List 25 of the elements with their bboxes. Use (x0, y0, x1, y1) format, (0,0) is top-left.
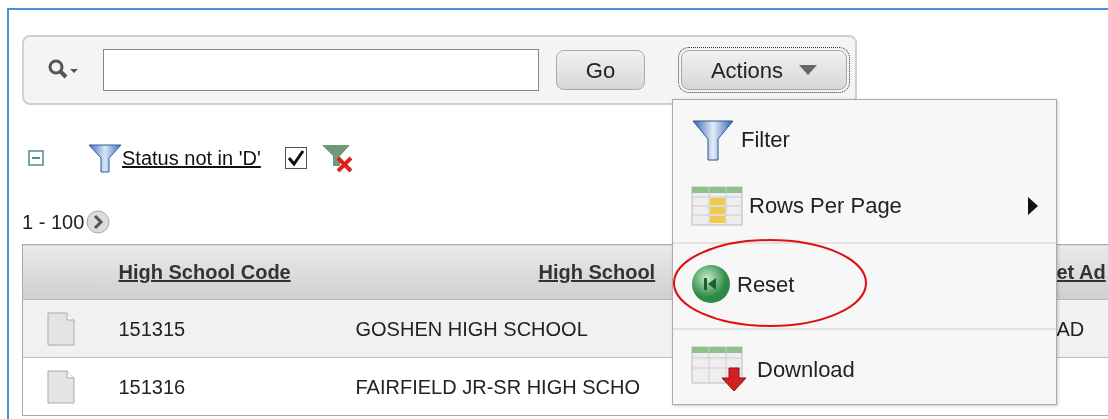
table-cell: FAIRFIELD JR-SR HIGH SCHO (355, 375, 640, 398)
table-cell: AD (1056, 317, 1085, 340)
filter-icon (691, 117, 735, 162)
menu-item[interactable]: Download (673, 330, 1056, 408)
filter-checkbox[interactable] (284, 147, 307, 169)
pagination-range: 1 - 100 (22, 210, 85, 235)
next-page-icon[interactable] (86, 210, 111, 234)
menu-item[interactable]: Filter (673, 106, 1056, 173)
table-cell: GOSHEN HIGH SCHOOL (355, 317, 588, 340)
menu-item[interactable]: Reset (673, 244, 1056, 324)
menu-item[interactable]: Rows Per Page (673, 173, 1056, 238)
remove-filter-icon[interactable] (320, 142, 355, 174)
caret-icon (799, 65, 818, 75)
rewind-icon (691, 264, 731, 304)
go-button[interactable]: Go (556, 50, 645, 90)
table-cell: 151315 (118, 317, 186, 340)
table-icon (691, 185, 743, 226)
collapse-icon[interactable] (28, 150, 44, 166)
filter-link[interactable]: Status not in 'D' (122, 143, 261, 173)
table-cell: 151316 (118, 375, 186, 398)
filter-icon (88, 142, 122, 174)
search-field[interactable] (103, 49, 539, 91)
submenu-arrow-icon (1028, 196, 1038, 215)
actions-button[interactable]: Actions (681, 50, 847, 90)
column-header[interactable]: High School (538, 261, 656, 283)
